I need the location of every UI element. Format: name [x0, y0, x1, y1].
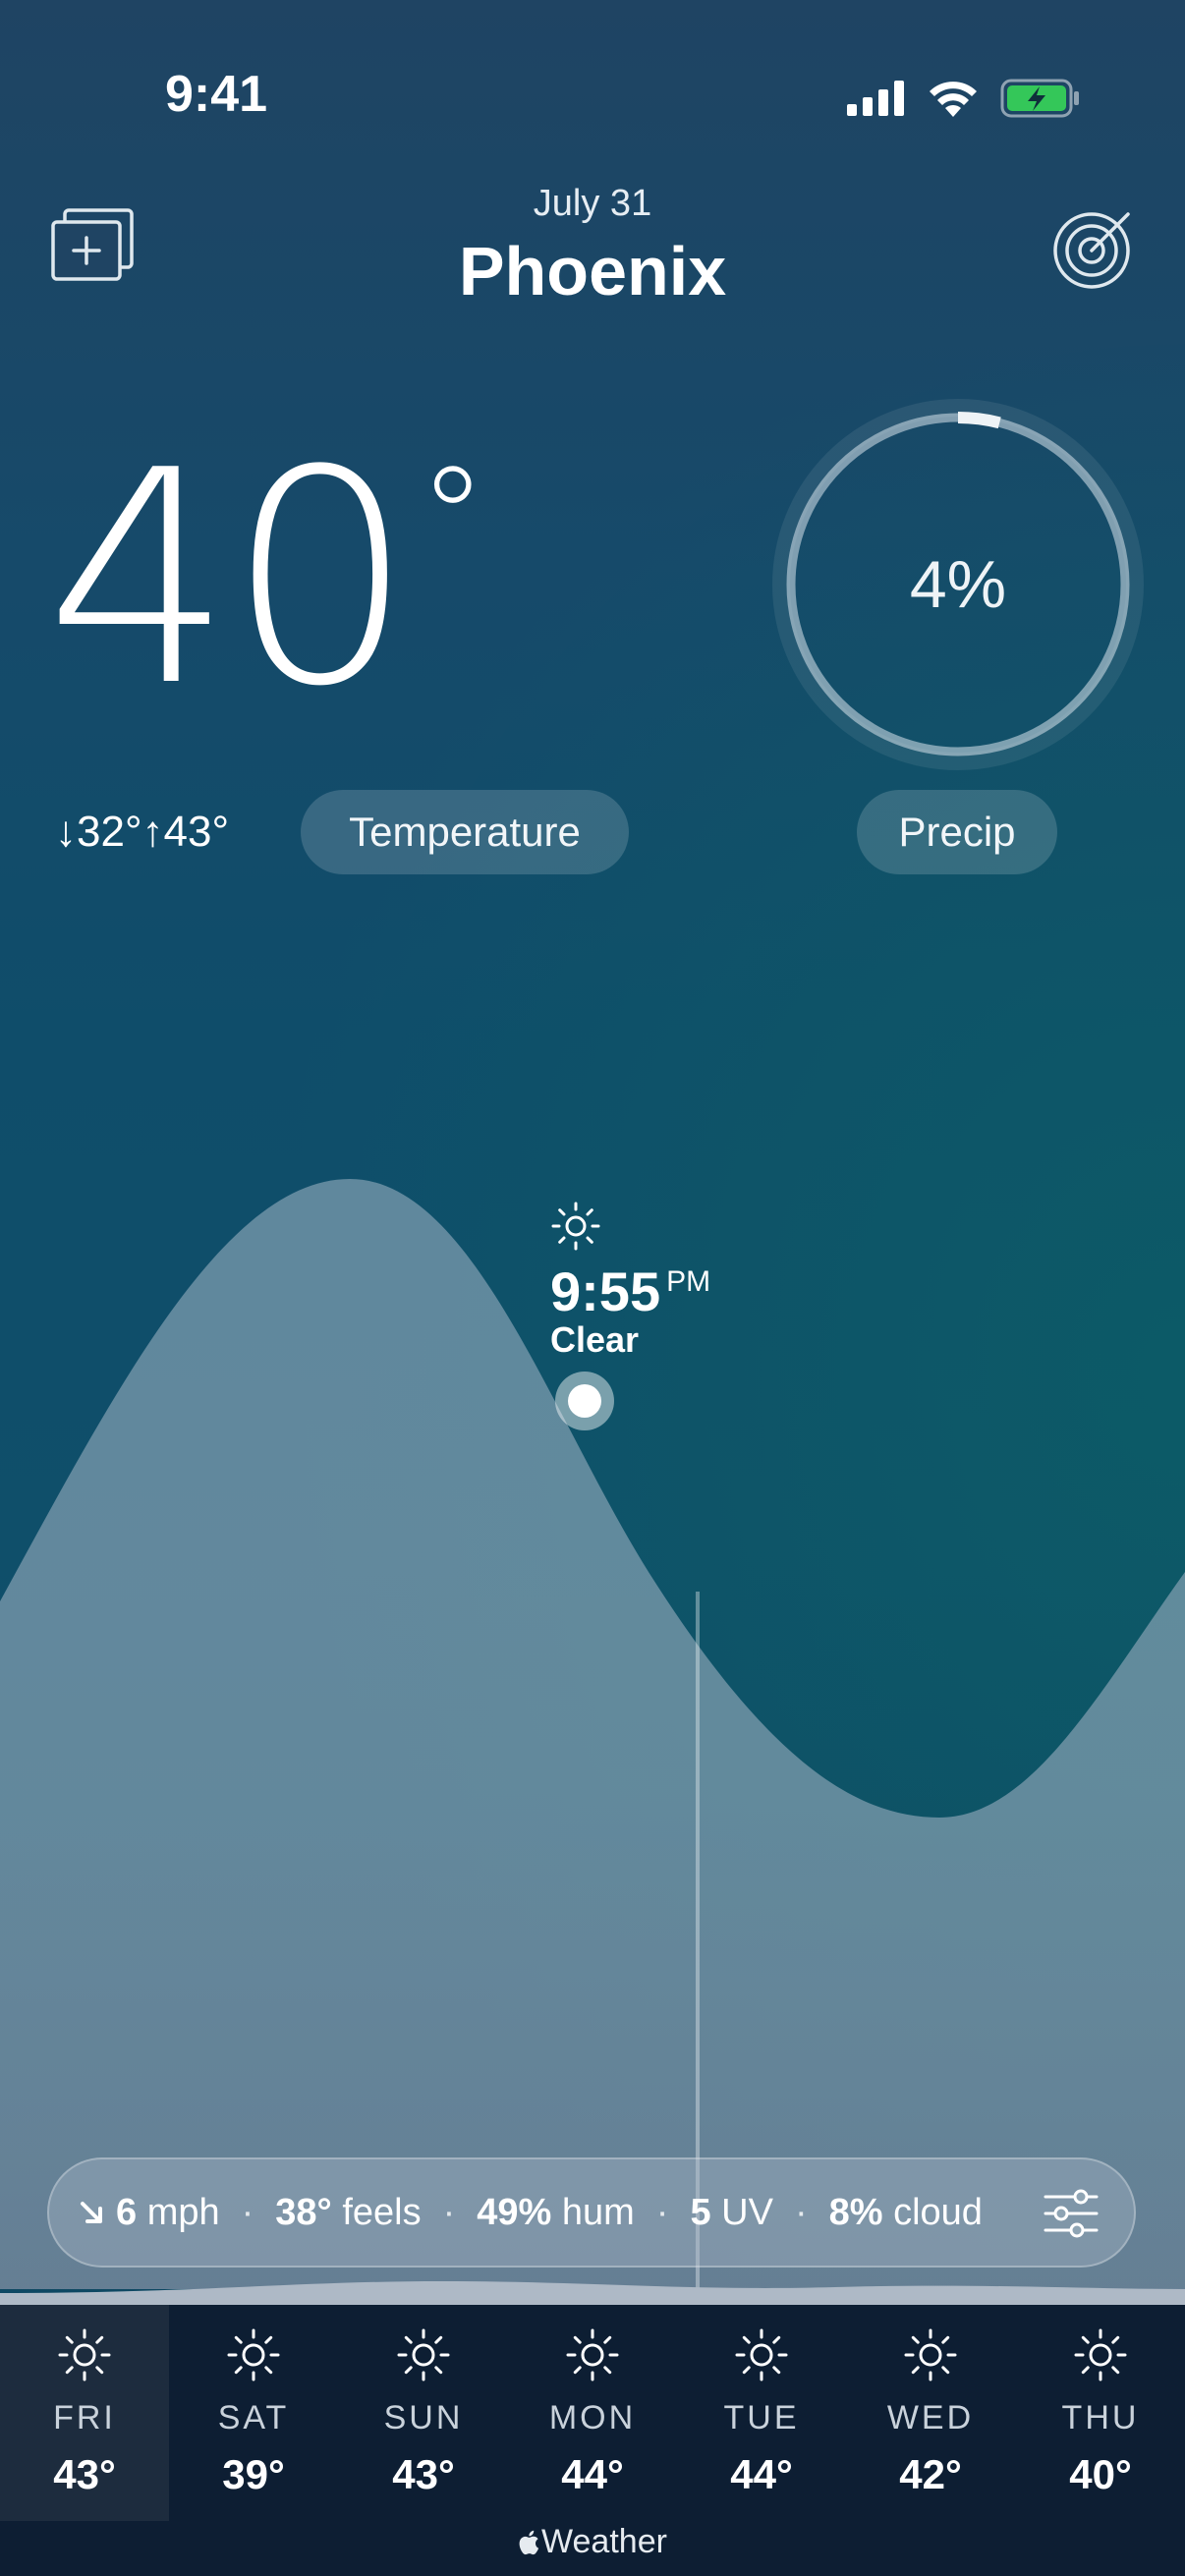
forecast-day-thu[interactable]: THU 40°: [1016, 2305, 1185, 2521]
current-temperature: 40°: [45, 432, 487, 727]
sun-icon: [566, 2328, 619, 2381]
wind-direction-arrow-icon: [81, 2201, 102, 2223]
forecast-mini-strip: [0, 2281, 1185, 2309]
forecast-day-sat[interactable]: SAT 39°: [169, 2305, 338, 2521]
forecast-day-tue[interactable]: TUE 44°: [677, 2305, 846, 2521]
forecast-day-temp: 42°: [899, 2451, 962, 2497]
forecast-day-name: FRI: [53, 2399, 116, 2436]
degree-symbol: °: [418, 438, 487, 598]
humidity-unit: hum: [561, 2191, 635, 2233]
uv-info: 5 UV: [690, 2192, 773, 2234]
separator: ·: [442, 2191, 456, 2233]
forecast-day-temp: 40°: [1069, 2451, 1132, 2497]
forecast-day-name: THU: [1061, 2399, 1140, 2436]
wind-value: 6: [116, 2191, 138, 2233]
daily-forecast: FRI 43° SAT 39° SUN 43° MON 44° TUE 44° WED 42° THU 4…: [0, 2305, 1185, 2576]
status-time: 9:41: [165, 66, 268, 123]
separator: ·: [794, 2191, 808, 2233]
forecast-day-temp: 43°: [392, 2451, 455, 2497]
status-bar: 9:41: [0, 0, 1185, 147]
tooltip-time-value: 9:55: [550, 1260, 661, 1322]
status-icons: [847, 77, 1081, 120]
forecast-day-name: MON: [548, 2399, 637, 2436]
temperature-value: 40: [45, 408, 415, 751]
forecast-day-name: WED: [886, 2399, 975, 2436]
radar-icon[interactable]: [1051, 206, 1136, 291]
cloud-value: 8%: [828, 2191, 883, 2233]
forecast-day-name: SAT: [217, 2399, 290, 2436]
cloud-info: 8% cloud: [829, 2192, 983, 2234]
sun-icon: [58, 2328, 111, 2381]
sun-icon: [551, 1202, 600, 1251]
time-marker-dot[interactable]: [568, 1384, 601, 1418]
forecast-day-wed[interactable]: WED 42°: [846, 2305, 1015, 2521]
sun-icon: [904, 2328, 957, 2381]
forecast-day-temp: 44°: [730, 2451, 793, 2497]
cloud-unit: cloud: [893, 2191, 983, 2233]
forecast-day-name: TUE: [723, 2399, 800, 2436]
time-tooltip: 9:55 PM Clear: [550, 1201, 710, 1361]
forecast-day-temp: 44°: [561, 2451, 624, 2497]
date-label: July 31: [533, 183, 652, 224]
wind-info: 6 mph: [79, 2192, 220, 2234]
sun-icon: [227, 2328, 280, 2381]
precip-value: 4%: [909, 547, 1007, 622]
precip-button[interactable]: Precip: [857, 790, 1057, 874]
sun-icon: [735, 2328, 788, 2381]
forecast-day-sun[interactable]: SUN 43°: [339, 2305, 508, 2521]
wifi-icon: [930, 82, 977, 117]
battery-charging-icon: [1000, 79, 1079, 118]
sun-icon: [1074, 2328, 1127, 2381]
separator: ·: [241, 2191, 254, 2233]
tooltip-condition: Clear: [550, 1319, 640, 1360]
brand-label: Weather: [541, 2523, 667, 2560]
apple-logo-icon: [519, 2530, 539, 2555]
weather-brand: Weather: [0, 2523, 1185, 2561]
feels-unit: feels: [342, 2191, 422, 2233]
forecast-day-fri[interactable]: FRI 43°: [0, 2305, 169, 2521]
uv-value: 5: [690, 2191, 711, 2233]
conditions-bar[interactable]: 6 mph · 38° feels · 49% hum · 5 UV · 8% …: [47, 2157, 1136, 2268]
low-high-temperature: ↓32°↑43°: [55, 808, 230, 856]
forecast-day-mon[interactable]: MON 44°: [508, 2305, 677, 2521]
tooltip-time: 9:55 PM: [550, 1260, 710, 1323]
uv-unit: UV: [721, 2191, 773, 2233]
feels-value: 38°: [275, 2191, 332, 2233]
humidity-info: 49% hum: [477, 2192, 635, 2234]
sliders-icon[interactable]: [1044, 2189, 1099, 2238]
tooltip-ampm: PM: [666, 1265, 711, 1298]
city-title[interactable]: Phoenix: [0, 232, 1185, 310]
humidity-value: 49%: [477, 2191, 552, 2233]
wind-unit: mph: [146, 2191, 220, 2233]
feels-info: 38° feels: [275, 2192, 421, 2234]
temperature-button[interactable]: Temperature: [301, 790, 629, 874]
separator: ·: [655, 2191, 669, 2233]
sun-icon: [397, 2328, 450, 2381]
forecast-day-temp: 39°: [222, 2451, 285, 2497]
forecast-day-temp: 43°: [53, 2451, 116, 2497]
cellular-signal-icon: [847, 81, 904, 116]
forecast-day-name: SUN: [383, 2399, 464, 2436]
